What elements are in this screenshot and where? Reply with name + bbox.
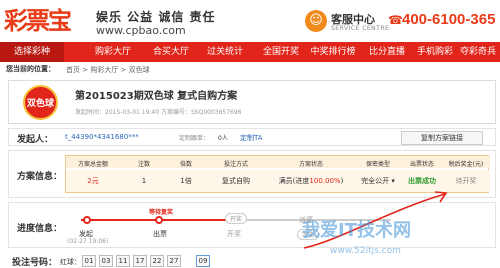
col-multiple: 倍数 bbox=[179, 161, 192, 168]
nav-promo[interactable]: 夺彩奇兵 bbox=[456, 42, 500, 62]
cell-method: 复式自购 bbox=[222, 177, 250, 185]
picks-label: 投注号码： bbox=[12, 258, 58, 268]
cell-secrecy[interactable]: 完全公开 ▾ bbox=[356, 170, 400, 192]
col-notes: 注数 bbox=[137, 161, 150, 168]
picks-row: 投注号码： 红球： 01 03 11 17 22 27 09 bbox=[0, 252, 500, 268]
cell-prize: 待开奖 bbox=[455, 177, 477, 185]
chevron-down-icon: ▾ bbox=[391, 177, 395, 185]
service-smiley-icon: ☺ bbox=[305, 10, 327, 32]
breadcrumb-path[interactable]: 首页 > 购彩大厅 > 双色球 bbox=[66, 65, 150, 75]
progress-flag: 等待复奖 bbox=[149, 209, 174, 216]
col-prize: 税后奖金(元) bbox=[448, 161, 484, 168]
table-header-row: 方案总金额 注数 倍数 投注方式 方案状态 保密类型 出票状态 税后奖金(元) bbox=[66, 156, 490, 168]
breadcrumb-label: 您当前的位置： bbox=[6, 65, 55, 73]
lottery-badge: 双色球 bbox=[23, 85, 58, 120]
service-subtitle: SERVICE CENTRE bbox=[331, 25, 390, 32]
plan-meta: 发起时间：2015-03-01 19:40 方案编号：SSQ0003657696 bbox=[75, 109, 242, 116]
plan-info-table: 方案总金额 注数 倍数 投注方式 方案状态 保密类型 出票状态 税后奖金(元) … bbox=[65, 155, 490, 193]
plan-info-label: 方案信息： bbox=[17, 172, 63, 182]
pick-number: 17 bbox=[133, 255, 147, 267]
col-secrecy: 保密类型 bbox=[365, 161, 390, 168]
red-ball-label: 红球： bbox=[60, 258, 81, 266]
step-dot-start bbox=[83, 216, 91, 224]
cell-status: 满员(进度100.00%) bbox=[266, 170, 356, 192]
plan-title: 第2015023期双色球 复式自购方案 bbox=[75, 91, 238, 102]
nav-buy-hall[interactable]: 购彩大厅 bbox=[88, 42, 138, 62]
nav-results[interactable]: 全国开奖 bbox=[256, 42, 306, 62]
phone-icon: ☎ bbox=[388, 13, 403, 27]
site-logo[interactable]: 彩票宝 bbox=[4, 4, 88, 38]
initiator-label: 发起人： bbox=[17, 135, 54, 145]
progress-label: 进度信息： bbox=[17, 224, 63, 234]
status-percent: 100.00% bbox=[309, 177, 341, 185]
nav-stats[interactable]: 过关统计 bbox=[200, 42, 250, 62]
main-nav: 选择彩种 购彩大厅 合买大厅 过关统计 全国开奖 中奖排行榜 比分直播 手机购彩… bbox=[0, 42, 500, 62]
initiator-name[interactable]: t_44390*4341680*** bbox=[65, 133, 139, 141]
cell-ticket: 出票成功 bbox=[408, 177, 436, 185]
pick-number: 22 bbox=[150, 255, 164, 267]
col-method: 投注方式 bbox=[223, 161, 248, 168]
step-pill-draw: 开奖 bbox=[225, 213, 248, 224]
step-ticket: 出票 bbox=[153, 230, 167, 238]
pick-number-blue: 09 bbox=[196, 255, 210, 267]
pick-number: 11 bbox=[116, 255, 130, 267]
breadcrumb: 您当前的位置： 首页 > 购彩大厅 > 双色球 bbox=[0, 64, 500, 76]
nav-mobile[interactable]: 手机购彩 bbox=[412, 42, 458, 62]
nav-ranking[interactable]: 中奖排行榜 bbox=[304, 42, 362, 62]
follow-count-label: 定制跟单： bbox=[179, 135, 210, 142]
nav-live-score[interactable]: 比分直播 bbox=[362, 42, 412, 62]
site-domain: www.cpbao.com bbox=[96, 24, 186, 37]
cell-amount: 2元 bbox=[87, 177, 99, 185]
col-amount: 方案总金额 bbox=[77, 161, 108, 168]
cell-notes: 1 bbox=[141, 177, 147, 185]
watermark-url: www.52itjs.com bbox=[330, 246, 401, 256]
step-start-time: (02-27 19:06) bbox=[67, 238, 109, 245]
status-prefix: 满员(进度 bbox=[278, 177, 310, 185]
initiator-section: 发起人： t_44390*4341680*** 定制跟单： 0人 定制TA 复制… bbox=[8, 128, 496, 146]
plan-header-card: 双色球 第2015023期双色球 复式自购方案 发起时间：2015-03-01 … bbox=[8, 80, 496, 124]
secrecy-value: 完全公开 bbox=[361, 177, 390, 185]
site-header: 彩票宝 娱乐 公益 诚信 责任 www.cpbao.com ☺ 客服中心 SER… bbox=[0, 0, 500, 42]
pick-number: 27 bbox=[167, 255, 181, 267]
pick-number: 01 bbox=[82, 255, 96, 267]
table-row: 2元 1 1倍 复式自购 满员(进度100.00%) 完全公开 ▾ 出票成功 待… bbox=[66, 170, 490, 192]
pick-number: 03 bbox=[99, 255, 113, 267]
nav-group-hall[interactable]: 合买大厅 bbox=[146, 42, 196, 62]
hotline-number: 400-6100-365 bbox=[402, 11, 496, 28]
cell-multiple: 1倍 bbox=[180, 177, 192, 185]
col-status: 方案状态 bbox=[298, 161, 323, 168]
col-ticket: 出票状态 bbox=[409, 161, 434, 168]
follow-count: 0人 bbox=[218, 135, 228, 142]
copy-plan-link-button[interactable]: 复制方案链接 bbox=[401, 131, 483, 145]
custom-follow-link[interactable]: 定制TA bbox=[240, 133, 263, 143]
nav-select-lottery[interactable]: 选择彩种 bbox=[0, 42, 64, 62]
watermark-text: 我爱IT技术网 bbox=[302, 220, 411, 241]
step-dot-ticket bbox=[155, 216, 163, 224]
slogan: 娱乐 公益 诚信 责任 bbox=[96, 10, 216, 24]
status-suffix: ) bbox=[340, 177, 344, 185]
step-draw: 开奖 bbox=[227, 230, 241, 238]
